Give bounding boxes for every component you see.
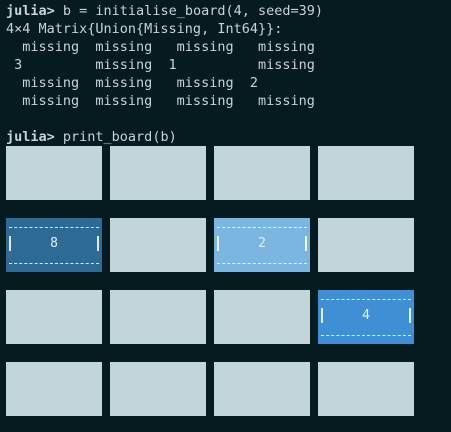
- empty-board-cell: [318, 218, 414, 272]
- tile-border-dash: [9, 263, 99, 264]
- empty-board-cell: [318, 362, 414, 416]
- empty-board-cell: [214, 146, 310, 200]
- output-line: missing missing missing 2: [6, 75, 258, 91]
- command-text: print_board(b): [54, 129, 177, 145]
- output-line: missing missing missing missing: [6, 39, 315, 55]
- empty-board-cell: [6, 290, 102, 344]
- julia-prompt: julia>: [6, 129, 55, 145]
- empty-board-cell: [6, 362, 102, 416]
- board-tile: 8: [6, 218, 102, 272]
- tile-value: 2: [258, 236, 266, 251]
- tile-value: 4: [362, 308, 370, 323]
- output-line: 3 missing 1 missing: [6, 57, 315, 73]
- command-line-2: julia> print_board(b): [6, 128, 177, 146]
- tile-border-dash: [217, 263, 307, 264]
- command-line-1: julia> b = initialise_board(4, seed=39): [6, 2, 323, 20]
- tile-border-dash: [217, 227, 307, 228]
- command-text: b = initialise_board(4, seed=39): [54, 3, 323, 19]
- empty-board-cell: [110, 290, 206, 344]
- output-line: 4×4 Matrix{Union{Missing, Int64}}:: [6, 21, 283, 37]
- empty-board-cell: [318, 146, 414, 200]
- output-line: missing missing missing missing: [6, 93, 315, 109]
- tile-border-dash: [321, 335, 411, 336]
- empty-board-cell: [110, 146, 206, 200]
- empty-board-cell: [214, 290, 310, 344]
- julia-prompt: julia>: [6, 3, 55, 19]
- tile-border-dash: [321, 299, 411, 300]
- empty-board-cell: [110, 218, 206, 272]
- tile-border-dash: [9, 227, 99, 228]
- empty-board-cell: [6, 146, 102, 200]
- board-tile: 2: [214, 218, 310, 272]
- board-tile: 4: [318, 290, 414, 344]
- empty-board-cell: [214, 362, 310, 416]
- empty-board-cell: [110, 362, 206, 416]
- tile-value: 8: [50, 236, 58, 251]
